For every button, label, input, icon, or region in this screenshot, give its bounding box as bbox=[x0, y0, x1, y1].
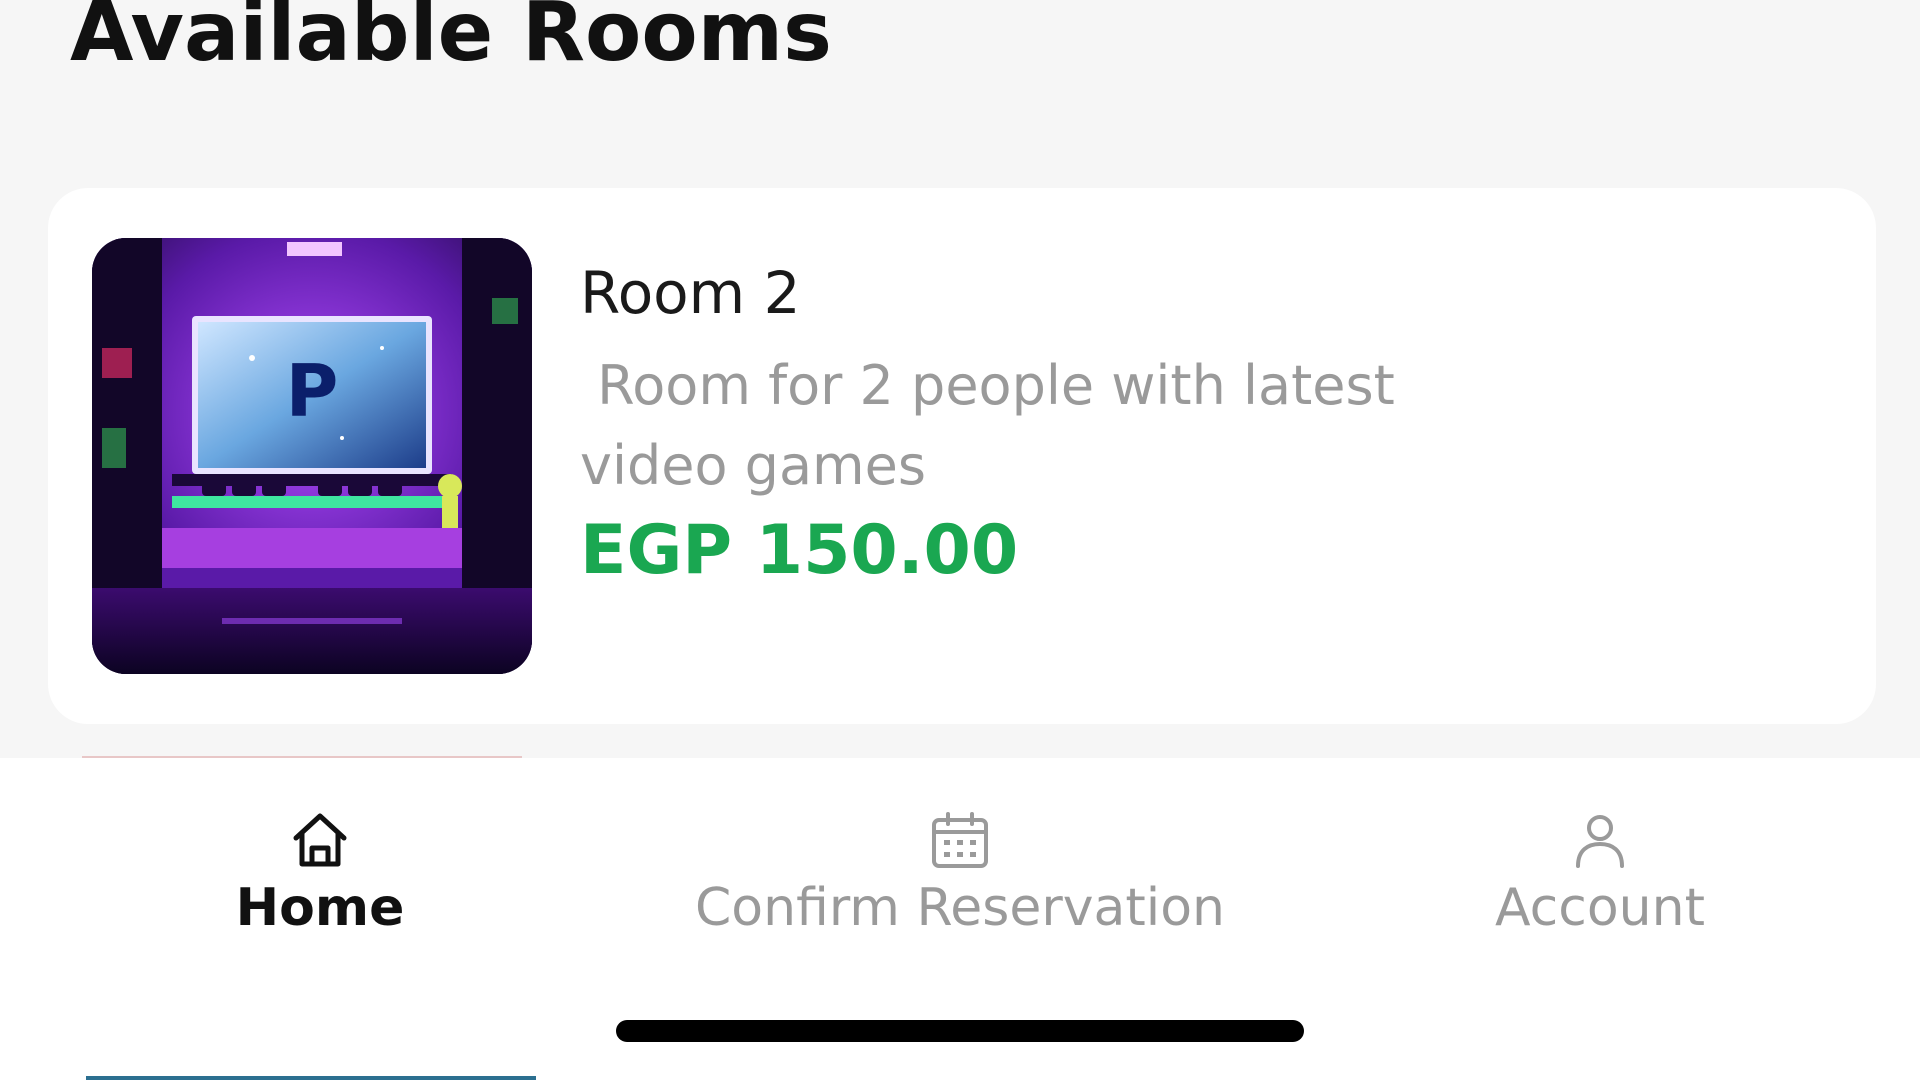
room-thumbnail-image: P bbox=[92, 238, 532, 674]
home-icon bbox=[288, 808, 352, 872]
nav-item-home[interactable]: Home bbox=[0, 808, 640, 948]
nav-item-confirm-reservation[interactable]: Confirm Reservation bbox=[640, 808, 1280, 948]
nav-label-account: Account bbox=[1495, 878, 1705, 938]
svg-text:P: P bbox=[286, 349, 339, 433]
calendar-icon bbox=[928, 808, 992, 872]
page-title: Available Rooms bbox=[70, 0, 832, 80]
room-info: Room 2 Room for 2 people with latest vid… bbox=[580, 259, 1580, 590]
room-name: Room 2 bbox=[580, 259, 801, 327]
home-indicator[interactable] bbox=[616, 1020, 1304, 1042]
nav-label-home: Home bbox=[235, 878, 405, 938]
page: Available Rooms P Room 2 Room for 2 peop… bbox=[0, 0, 1920, 1080]
room-card[interactable]: P Room 2 Room for 2 people with latest v… bbox=[48, 188, 1876, 724]
nav-label-confirm-reservation: Confirm Reservation bbox=[695, 878, 1225, 938]
content-peek-strip bbox=[86, 1076, 536, 1080]
room-price: EGP 150.00 bbox=[580, 510, 1019, 590]
nav-item-account[interactable]: Account bbox=[1280, 808, 1920, 948]
user-icon bbox=[1568, 808, 1632, 872]
room-description: Room for 2 people with latest video game… bbox=[580, 353, 1412, 497]
